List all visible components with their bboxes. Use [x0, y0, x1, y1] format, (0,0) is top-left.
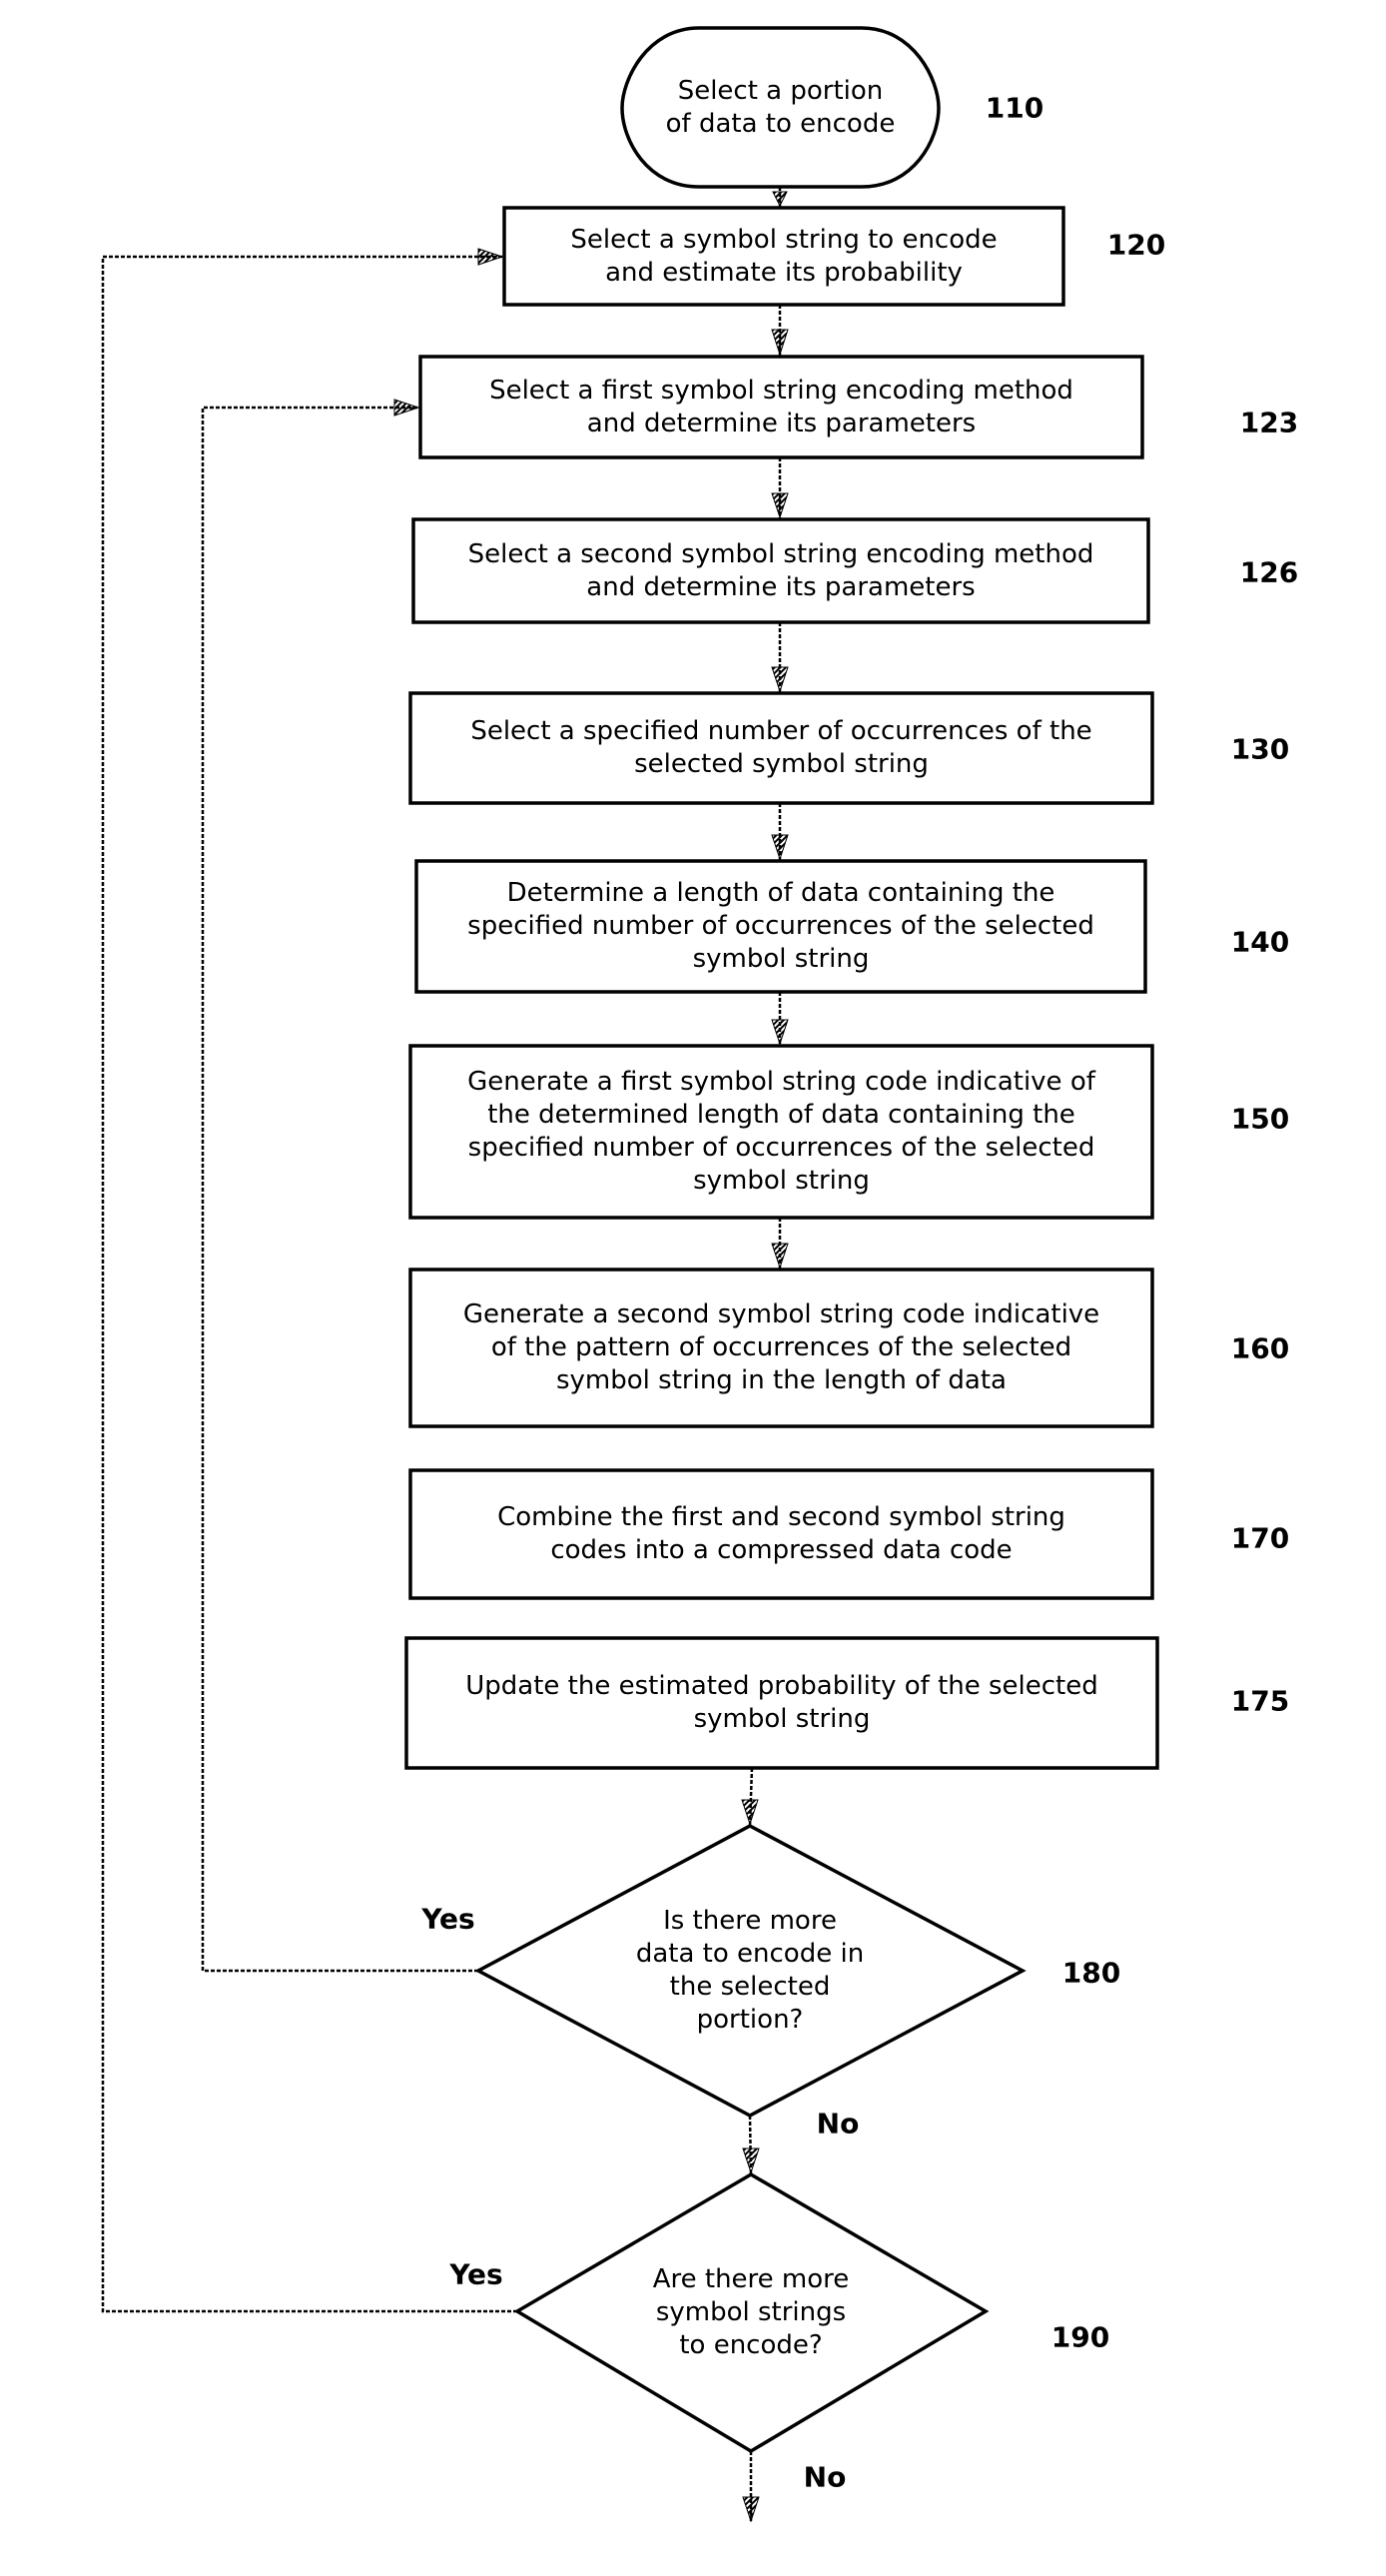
process-160-text: Generate a second symbol string code ind…: [462, 1299, 1100, 1395]
arrowhead-140: [771, 834, 789, 861]
process-123-text: Select a first symbol string encoding me…: [489, 375, 1073, 438]
ref-label-126: 126: [1239, 555, 1299, 589]
arrowhead-loop-123: [393, 399, 420, 417]
ref-label-150: 150: [1230, 1102, 1290, 1136]
ref-label-190: 190: [1050, 2320, 1110, 2354]
branch-label-180-yes: Yes: [421, 1902, 475, 1936]
arrowhead-150: [771, 1019, 789, 1046]
arrowhead-126: [771, 492, 789, 519]
arrowhead-190: [742, 2147, 760, 2174]
process-130-text: Select a specified number of occurrences…: [470, 716, 1092, 779]
decision-190-text: Are there more symbol strings to encode?: [652, 2263, 850, 2360]
ref-label-175: 175: [1230, 1684, 1290, 1718]
ref-label-123: 123: [1239, 406, 1299, 439]
process-175-text: Update the estimated probability of the …: [465, 1671, 1098, 1734]
arrowhead-130: [771, 666, 789, 693]
ref-label-120: 120: [1106, 228, 1166, 262]
terminal-110-text: Select a portion of data to encode: [665, 75, 896, 139]
decision-180-text: Is there more data to encode in the sele…: [635, 1906, 865, 2035]
process-120-text: Select a symbol string to encode and est…: [570, 224, 998, 288]
process-126-text: Select a second symbol string encoding m…: [467, 538, 1094, 602]
ref-label-130: 130: [1230, 732, 1290, 766]
ref-label-170: 170: [1230, 1521, 1290, 1555]
arrowhead-160: [771, 1243, 789, 1270]
ref-label-180: 180: [1061, 1956, 1121, 1990]
branch-label-180-no: No: [816, 2107, 860, 2141]
process-150-text: Generate a first symbol string code indi…: [467, 1067, 1095, 1196]
arrowhead-180: [741, 1799, 759, 1826]
process-170-text: Combine the first and second symbol stri…: [497, 1502, 1065, 1565]
arrowhead-end: [742, 2496, 760, 2523]
branch-label-190-yes: Yes: [449, 2257, 503, 2291]
arrowhead-123: [771, 329, 789, 357]
process-140-text: Determine a length of data containing th…: [467, 878, 1094, 974]
ref-label-160: 160: [1230, 1331, 1290, 1365]
branch-label-190-no: No: [803, 2460, 847, 2494]
arrowhead-loop-120: [477, 248, 504, 266]
arrowhead-120: [772, 191, 788, 208]
ref-label-140: 140: [1230, 925, 1290, 959]
ref-label-110: 110: [985, 91, 1044, 125]
